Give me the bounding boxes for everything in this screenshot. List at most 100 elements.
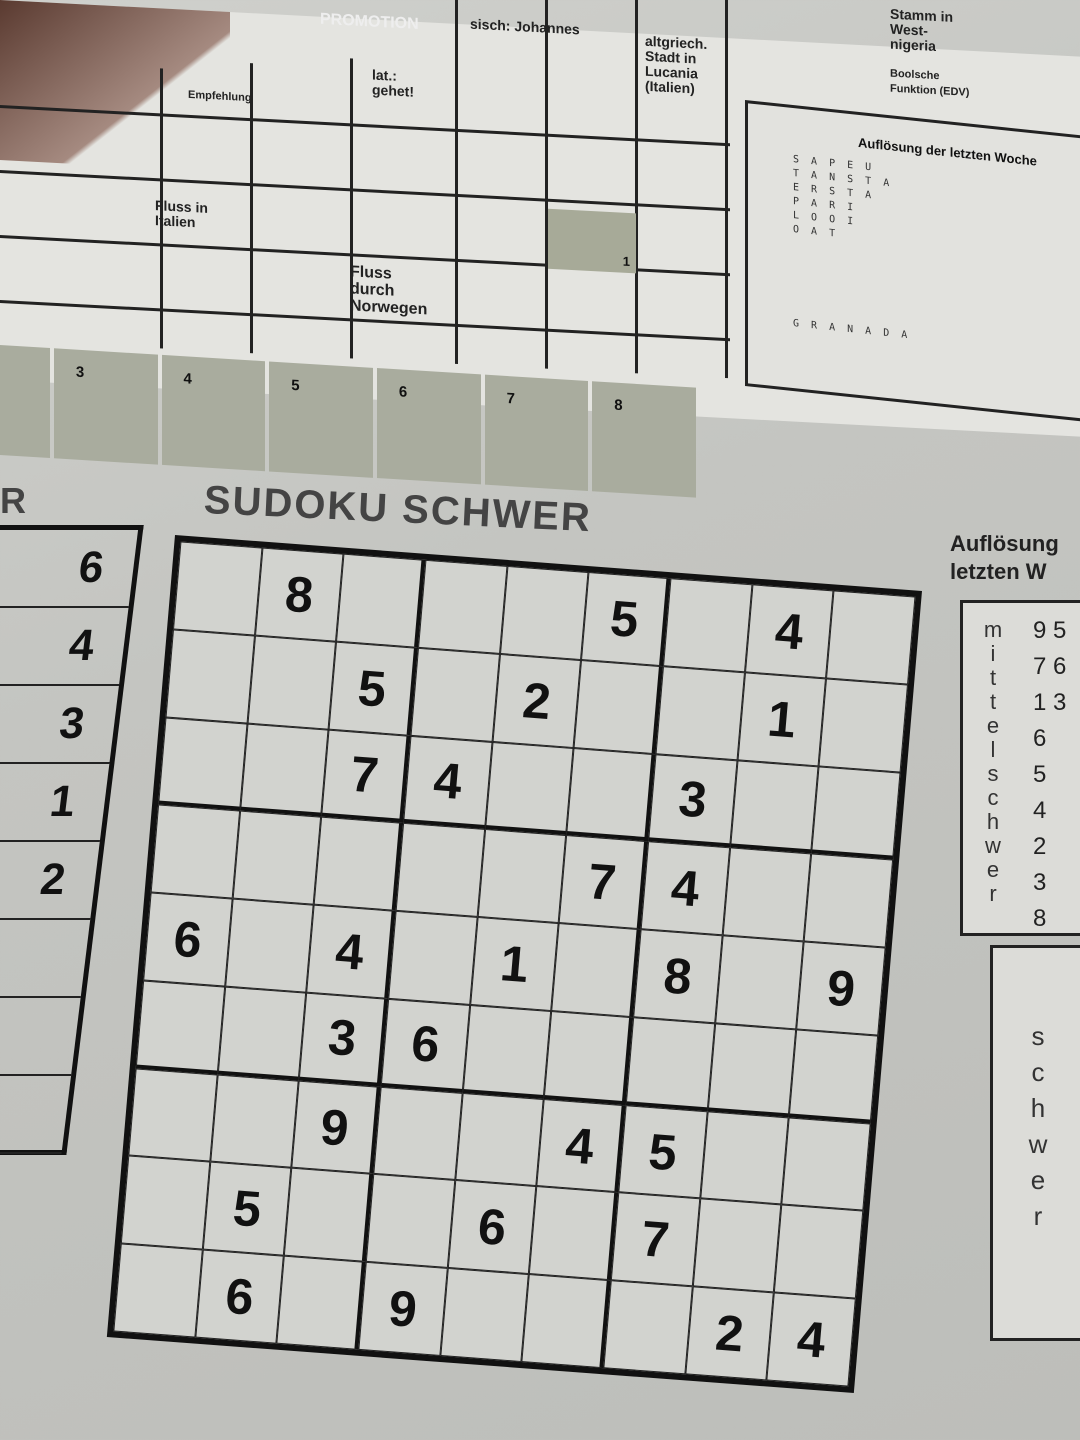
sudoku-empty-cell[interactable] (826, 590, 916, 685)
sudoku-empty-cell[interactable] (774, 1204, 864, 1299)
sudoku-given-cell: 4 (640, 841, 730, 936)
sudoku-empty-cell[interactable] (781, 1117, 871, 1212)
sudoku-given-cell: 2 (684, 1286, 775, 1381)
sudoku-empty-cell[interactable] (663, 578, 753, 673)
sudoku-empty-cell[interactable] (239, 723, 329, 818)
solution-cell: 6 (376, 368, 481, 485)
sudoku-given-cell: 7 (321, 729, 411, 824)
sudoku-empty-cell[interactable] (707, 1023, 797, 1118)
sudoku-empty-cell[interactable] (128, 1068, 218, 1163)
sudoku-empty-cell[interactable] (209, 1074, 300, 1169)
sudoku-given-cell: 9 (291, 1080, 381, 1175)
sudoku-empty-cell[interactable] (217, 986, 307, 1081)
sudoku-empty-cell[interactable] (165, 629, 255, 724)
sudoku-given-cell: 7 (558, 835, 649, 930)
sudoku-empty-cell[interactable] (113, 1243, 203, 1338)
clue: Boolsche Funktion (EDV) (890, 67, 970, 99)
sudoku-empty-cell[interactable] (477, 829, 567, 924)
sudoku-grid: 8545217437464189369455676924 (106, 535, 922, 1394)
solution-digit: 8 (1033, 905, 1047, 932)
sudoku-empty-cell[interactable] (224, 898, 314, 993)
sudoku-empty-cell[interactable] (722, 847, 812, 942)
clue: Fluss in Italien (155, 197, 208, 231)
sudoku-empty-cell[interactable] (655, 665, 745, 760)
sudoku-empty-cell[interactable] (603, 1280, 693, 1375)
sudoku-empty-cell[interactable] (573, 659, 664, 754)
solution-digit: 4 (1033, 797, 1047, 824)
sudoku-empty-cell[interactable] (150, 804, 240, 899)
shaded-cell: 1 (548, 208, 636, 274)
solution-digit: 3 (1033, 869, 1047, 896)
sudoku-empty-cell[interactable] (120, 1155, 210, 1250)
sudoku-empty-cell[interactable] (388, 910, 478, 1005)
sudoku-empty-cell[interactable] (410, 647, 500, 742)
sudoku-empty-cell[interactable] (803, 853, 894, 948)
sudoku-given-cell: 5 (328, 641, 419, 736)
sudoku-given-cell: 6 (143, 892, 233, 987)
sudoku-empty-cell[interactable] (373, 1086, 463, 1181)
sudoku-given-cell: 5 (581, 572, 671, 666)
solution-cell: 8 (592, 381, 696, 498)
sudoku-empty-cell[interactable] (276, 1255, 366, 1350)
sudoku-empty-cell[interactable] (284, 1168, 374, 1263)
sudoku-empty-cell[interactable] (158, 716, 248, 811)
sudoku-empty-cell[interactable] (439, 1268, 530, 1363)
sudoku-empty-cell[interactable] (699, 1110, 790, 1205)
solution-digit: 1 3 (1033, 689, 1067, 716)
clue: Stamm in West-nigeria (890, 5, 954, 55)
sudoku-given-cell: 6 (380, 998, 470, 1093)
solution-cell: 3 (53, 348, 158, 465)
sudoku-empty-cell[interactable] (729, 759, 819, 854)
sudoku-empty-cell[interactable] (395, 823, 485, 918)
sudoku-empty-cell[interactable] (566, 747, 656, 842)
sudoku-empty-cell[interactable] (135, 980, 225, 1075)
schwer-solution: schwer (990, 945, 1080, 1341)
sudoku-given-cell: 8 (633, 929, 723, 1024)
sudoku-empty-cell[interactable] (173, 541, 263, 636)
sudoku-empty-cell[interactable] (247, 635, 337, 730)
sudoku-empty-cell[interactable] (811, 765, 901, 860)
solution-cell: 7 (484, 374, 589, 491)
sudoku-empty-cell[interactable] (454, 1092, 545, 1187)
solution-digit: 7 6 (1033, 653, 1067, 680)
sudoku-given-cell: 3 (648, 753, 738, 848)
sudoku-given-cell: 1 (469, 917, 559, 1011)
sudoku-given-cell: 4 (536, 1098, 626, 1193)
sudoku-empty-cell[interactable] (336, 553, 426, 648)
right-solution-header: Auflösung letzten W (950, 531, 1059, 584)
sudoku-given-cell: 6 (194, 1249, 285, 1344)
mittelschwer-solution: mittelschwer 9 5 7 6 1 3 6 5 4 2 3 8 (960, 600, 1080, 936)
sudoku-empty-cell[interactable] (365, 1174, 455, 1269)
sudoku-given-cell: 4 (306, 904, 396, 999)
solution-cell: 4 (161, 354, 266, 472)
sudoku-empty-cell[interactable] (232, 810, 322, 905)
sudoku-empty-cell[interactable] (462, 1004, 552, 1099)
solution-digit: 5 (1033, 761, 1047, 788)
previous-crossword-solution: Auflösung der letzten Woche S A P E UT A… (745, 100, 1080, 423)
sudoku-empty-cell[interactable] (789, 1029, 879, 1124)
clue: sisch: Johannes (470, 15, 580, 38)
clue: altgriech. Stadt in Lucania (Italien) (645, 32, 708, 97)
sudoku-empty-cell[interactable] (692, 1198, 782, 1293)
sudoku-given-cell: 9 (358, 1262, 448, 1356)
sudoku-empty-cell[interactable] (484, 741, 574, 836)
sudoku-empty-cell[interactable] (499, 565, 589, 660)
sudoku-empty-cell[interactable] (313, 817, 404, 911)
sudoku-given-cell: 9 (796, 941, 886, 1036)
sudoku-empty-cell[interactable] (418, 559, 508, 654)
sudoku-empty-cell[interactable] (521, 1274, 611, 1369)
solution-digit: 9 5 (1033, 617, 1067, 644)
sudoku-given-cell: 6 (447, 1180, 537, 1275)
sudoku-given-cell: 1 (737, 672, 827, 766)
sudoku-empty-cell[interactable] (529, 1186, 619, 1281)
sudoku-given-cell: 5 (202, 1162, 292, 1256)
sudoku-empty-cell[interactable] (544, 1010, 634, 1105)
sudoku-empty-cell[interactable] (625, 1017, 715, 1111)
sudoku-given-cell: 2 (492, 653, 582, 748)
sudoku-given-cell: 4 (403, 735, 493, 830)
label-schwer: schwer (1028, 1021, 1048, 1231)
sudoku-empty-cell[interactable] (551, 923, 641, 1018)
left-puzzle-title: R (0, 480, 26, 521)
sudoku-empty-cell[interactable] (714, 935, 804, 1030)
sudoku-empty-cell[interactable] (818, 678, 909, 773)
